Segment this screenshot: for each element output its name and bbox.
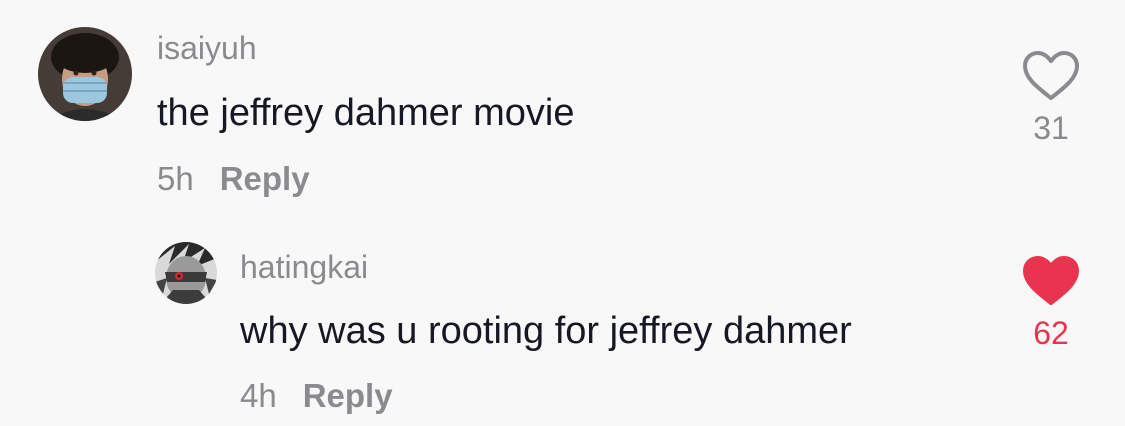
comment-meta: 4h Reply	[240, 377, 393, 415]
comment-meta: 5h Reply	[157, 160, 310, 198]
comment-text: why was u rooting for jeffrey dahmer	[240, 310, 852, 352]
user-avatar[interactable]	[38, 27, 132, 121]
heart-outline-icon	[1023, 51, 1079, 100]
avatar-anime-character-icon	[155, 242, 217, 304]
comment-timestamp: 5h	[157, 160, 194, 197]
comment-username[interactable]: hatingkai	[240, 249, 368, 286]
reply-button[interactable]: Reply	[303, 377, 393, 415]
like-button[interactable]: 62	[1016, 255, 1086, 352]
user-avatar[interactable]	[155, 242, 217, 304]
avatar-masked-person-icon	[38, 27, 132, 121]
comment-username[interactable]: isaiyuh	[157, 30, 257, 67]
like-count: 31	[1033, 110, 1069, 146]
comment-timestamp: 4h	[240, 377, 277, 414]
heart-filled-icon	[1023, 256, 1079, 305]
like-count: 62	[1033, 315, 1069, 351]
comment-text: the jeffrey dahmer movie	[157, 92, 575, 134]
reply-button[interactable]: Reply	[220, 160, 310, 198]
like-button[interactable]: 31	[1016, 50, 1086, 147]
